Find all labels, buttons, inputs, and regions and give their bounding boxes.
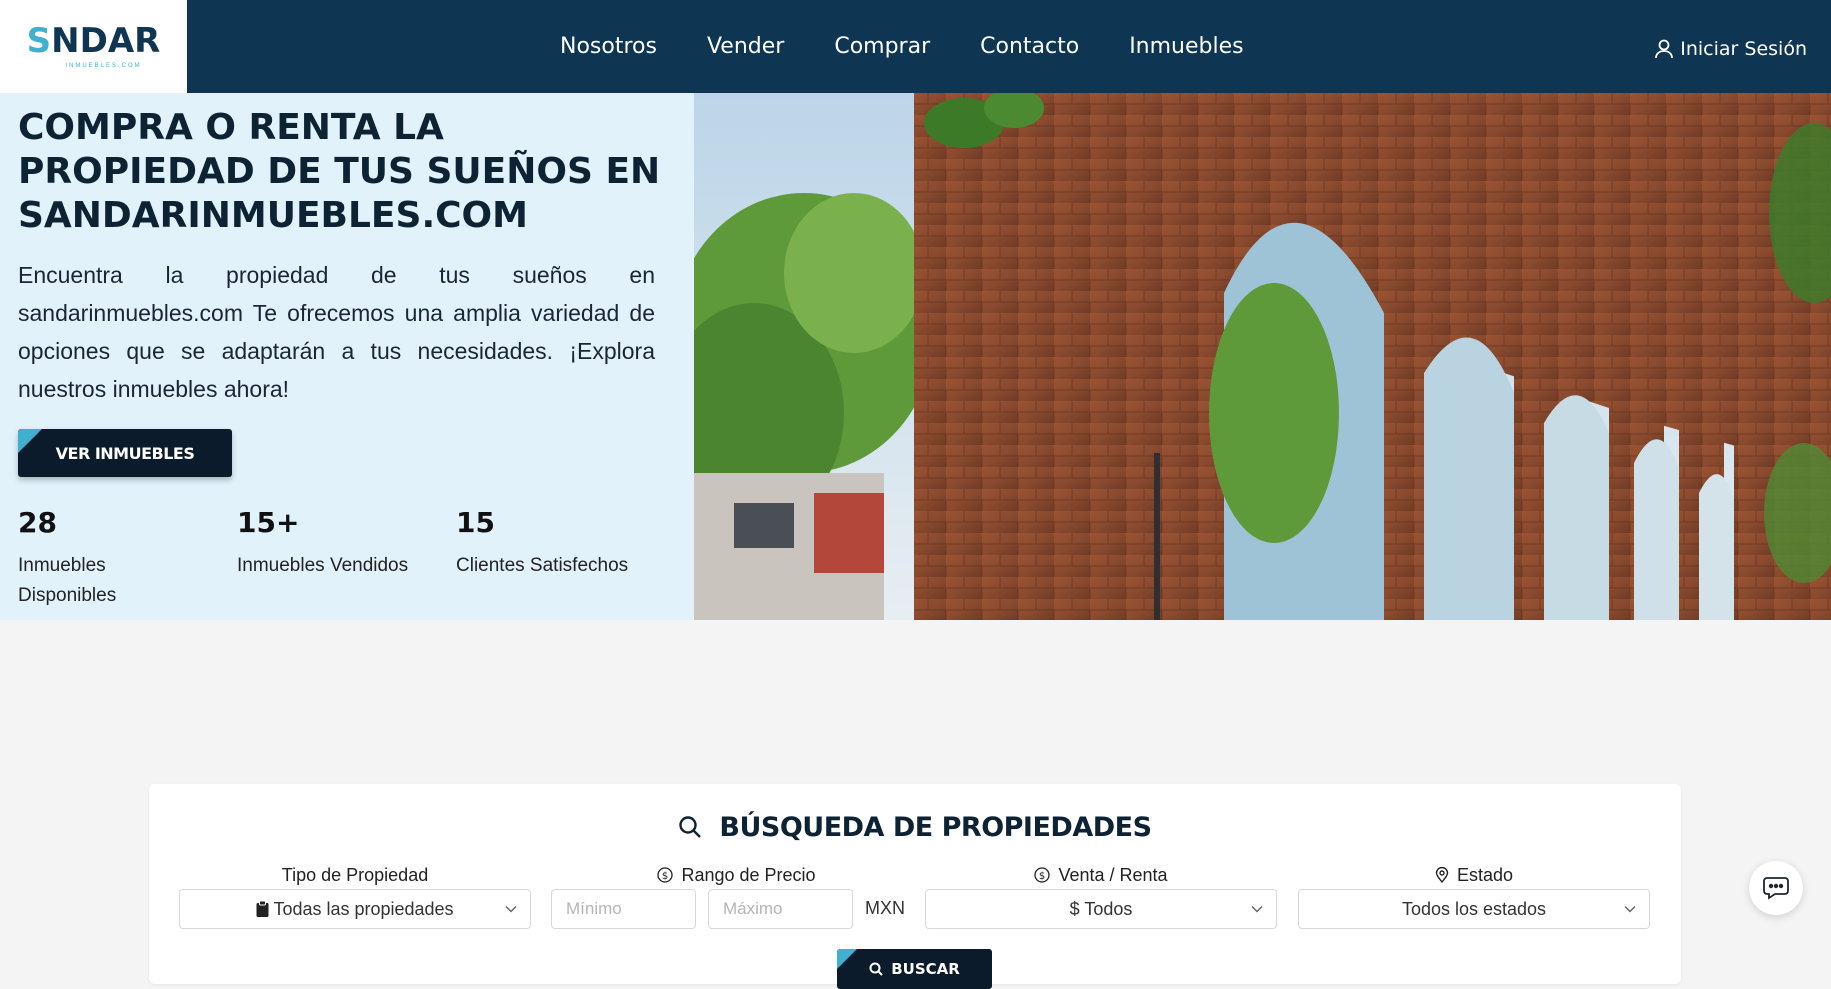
hero-description: Encuentra la propiedad de tus sueños en … <box>18 262 655 402</box>
search-title-text: BÚSQUEDA DE PROPIEDADES <box>719 812 1152 843</box>
button-accent-corner <box>18 429 42 453</box>
chevron-down-icon <box>1624 905 1636 913</box>
stat-sold: 15+ Inmuebles Vendidos <box>237 506 437 581</box>
search-icon <box>869 962 883 976</box>
price-range-label: $ Rango de Precio <box>549 865 924 886</box>
stat-clients: 15 Clientes Satisfechos <box>456 506 676 581</box>
login-link[interactable]: Iniciar Sesión <box>1655 0 1807 97</box>
stat-available: 28 Inmuebles Disponibles <box>18 506 218 611</box>
sale-rent-label: $ Venta / Renta <box>925 865 1277 886</box>
aqueduct-photo <box>694 93 1831 620</box>
search-button[interactable]: BUSCAR <box>837 949 992 989</box>
ver-inmuebles-label: VER INMUEBLES <box>55 443 195 463</box>
sale-rent-value: $ Todos <box>1069 898 1133 919</box>
search-icon <box>679 816 702 838</box>
logo-subtext: INMUEBLES.COM <box>65 63 142 69</box>
stat-value: 15 <box>456 506 495 539</box>
site-logo[interactable]: SNDAR INMUEBLES.COM <box>0 0 187 93</box>
chevron-down-icon <box>505 905 517 913</box>
login-label: Iniciar Sesión <box>1680 37 1807 60</box>
currency-label: MXN <box>865 898 905 918</box>
hero-image-aqueduct <box>694 93 1831 620</box>
chat-icon <box>1763 877 1789 900</box>
hero-title: Compra o renta la propiedad de tus sueño… <box>18 107 661 236</box>
nav-item-comprar[interactable]: Comprar <box>834 34 930 59</box>
property-search-card: BÚSQUEDA DE PROPIEDADES Tipo de Propieda… <box>149 784 1681 989</box>
ver-inmuebles-button[interactable]: VER INMUEBLES <box>18 429 232 477</box>
property-type-value: Todas las propiedades <box>273 898 454 919</box>
button-accent-corner <box>837 949 857 969</box>
main-nav: Nosotros Vender Comprar Contacto Inmuebl… <box>560 0 1294 93</box>
svg-text:$: $ <box>662 871 668 882</box>
user-icon <box>1655 39 1674 58</box>
svg-text:$: $ <box>1039 871 1045 882</box>
chevron-down-icon <box>1251 905 1263 913</box>
state-label: Estado <box>1298 865 1650 886</box>
stat-value: 28 <box>18 506 57 539</box>
property-type-select[interactable]: Todas las propiedades <box>179 889 531 929</box>
nav-item-nosotros[interactable]: Nosotros <box>560 34 657 59</box>
sale-rent-select[interactable]: $ Todos <box>925 889 1277 929</box>
price-max-input[interactable] <box>708 889 853 929</box>
stat-label: Inmuebles Vendidos <box>237 555 409 576</box>
hero-panel: Compra o renta la propiedad de tus sueño… <box>0 93 694 620</box>
search-button-label: BUSCAR <box>891 960 960 978</box>
dollar-circle-icon: $ <box>657 867 674 883</box>
search-title: BÚSQUEDA DE PROPIEDADES <box>149 812 1681 843</box>
stat-value: 15+ <box>237 506 300 539</box>
property-type-label: Tipo de Propiedad <box>281 865 429 885</box>
dollar-circle-icon: $ <box>1034 867 1051 883</box>
logo-wordmark: SNDAR <box>26 21 161 61</box>
top-navbar: SNDAR INMUEBLES.COM Nosotros Vender Comp… <box>0 0 1831 93</box>
clipboard-icon <box>256 901 269 917</box>
chat-widget-button[interactable] <box>1749 861 1803 915</box>
state-select[interactable]: Todos los estados <box>1298 889 1650 929</box>
stat-label: Inmuebles Disponibles <box>18 555 117 606</box>
state-value: Todos los estados <box>1401 898 1547 919</box>
nav-item-vender[interactable]: Vender <box>707 34 784 59</box>
location-pin-icon <box>1435 866 1449 884</box>
nav-item-contacto[interactable]: Contacto <box>980 34 1079 59</box>
nav-item-inmuebles[interactable]: Inmuebles <box>1129 34 1243 59</box>
stat-label: Clientes Satisfechos <box>456 555 629 576</box>
price-min-input[interactable] <box>551 889 696 929</box>
